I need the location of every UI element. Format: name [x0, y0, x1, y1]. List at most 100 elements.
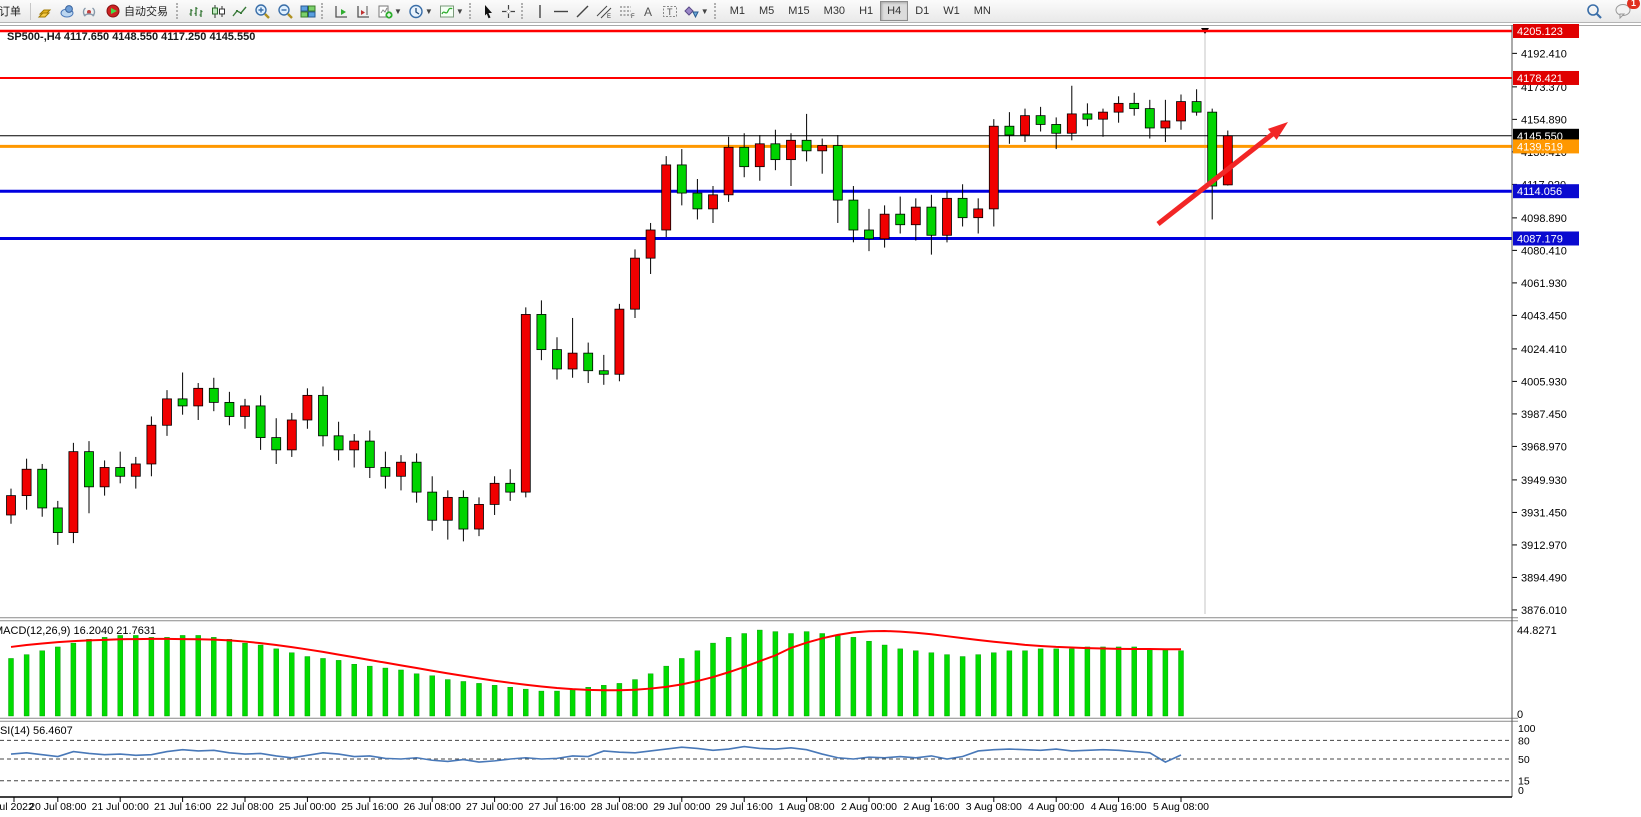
candle: [599, 371, 608, 375]
search-icon[interactable]: [1583, 1, 1606, 21]
time-axis-label: 27 Jul 16:00: [528, 801, 585, 812]
candle: [849, 200, 858, 230]
macd-histogram-bar: [820, 634, 825, 716]
macd-histogram-bar: [445, 680, 450, 716]
candle: [1177, 102, 1186, 121]
candle: [1099, 112, 1108, 119]
equidistant-channel-icon[interactable]: E: [593, 1, 616, 21]
candle: [740, 147, 749, 166]
crosshair-icon[interactable]: [498, 1, 519, 21]
candle: [53, 508, 62, 533]
macd-histogram-bar: [102, 637, 107, 716]
vertical-line-icon[interactable]: [530, 1, 550, 21]
timeframe-H1[interactable]: H1: [852, 1, 880, 21]
price-tick-label: 4154.890: [1521, 114, 1567, 126]
macd-histogram-bar: [555, 691, 560, 716]
candle: [1083, 114, 1092, 119]
candle: [1036, 116, 1045, 125]
time-axis-label: 27 Jul 00:00: [466, 801, 523, 812]
candle: [1005, 126, 1014, 135]
time-axis-label: 20 Jul 08:00: [29, 801, 86, 812]
timeframe-H4[interactable]: H4: [880, 1, 908, 21]
cursor-icon[interactable]: [478, 1, 498, 21]
macd-histogram-bar: [1054, 649, 1059, 716]
macd-histogram-bar: [991, 653, 996, 716]
bar-chart-icon[interactable]: [185, 1, 207, 21]
candle: [787, 140, 796, 159]
gold-icon[interactable]: [34, 1, 56, 21]
horizontal-line-icon[interactable]: [550, 1, 572, 21]
candle: [365, 441, 374, 467]
candle: [381, 467, 390, 476]
shapes-icon[interactable]: ▼: [681, 1, 712, 21]
macd-histogram-bar: [321, 658, 326, 716]
time-axis-label: 5 Aug 08:00: [1153, 801, 1209, 812]
new-order-button[interactable]: 订单: [0, 1, 27, 21]
rsi-axis-label: 80: [1518, 735, 1530, 747]
chevron-down-icon: ▼: [701, 7, 709, 16]
candle: [22, 469, 31, 495]
community-icon[interactable]: [56, 1, 78, 21]
signals-icon[interactable]: [78, 1, 100, 21]
price-tick-label: 4098.890: [1521, 213, 1567, 225]
macd-histogram-bar: [1069, 649, 1074, 716]
macd-histogram-bar: [1085, 647, 1090, 716]
macd-histogram-bar: [352, 664, 357, 716]
candle: [568, 353, 577, 369]
price-tick-label: 4080.410: [1521, 245, 1567, 257]
macd-histogram-bar: [586, 687, 591, 716]
time-axis-label: 2 Aug 16:00: [903, 801, 959, 812]
time-axis-label: 21 Jul 16:00: [154, 801, 211, 812]
timeframe-D1[interactable]: D1: [908, 1, 936, 21]
chart-shift-icon[interactable]: [352, 1, 374, 21]
line-chart-icon[interactable]: [229, 1, 251, 21]
new-chart-icon[interactable]: ▼: [374, 1, 405, 21]
candlestick-chart-icon[interactable]: [207, 1, 229, 21]
svg-text:E: E: [607, 14, 611, 19]
auto-scroll-icon[interactable]: [330, 1, 352, 21]
macd-histogram-bar: [648, 674, 653, 716]
price-tick-label: 3894.490: [1521, 572, 1567, 584]
candle: [194, 388, 203, 406]
price-tag-label: 4114.056: [1517, 186, 1562, 198]
macd-histogram-bar: [336, 660, 341, 716]
timeframe-M1[interactable]: M1: [723, 1, 752, 21]
macd-histogram-bar: [679, 658, 684, 716]
candle: [272, 438, 281, 450]
macd-histogram-bar: [55, 647, 60, 716]
autotrade-button[interactable]: 自动交易: [100, 1, 174, 21]
trendline-icon[interactable]: [572, 1, 593, 21]
timeframe-W1[interactable]: W1: [936, 1, 967, 21]
text-label-icon[interactable]: T: [659, 1, 681, 21]
candle: [1052, 124, 1061, 133]
macd-histogram-bar: [196, 635, 201, 716]
candle: [943, 198, 952, 235]
candle: [833, 146, 842, 201]
candle: [69, 452, 78, 533]
text-icon[interactable]: A: [639, 1, 659, 21]
price-chart-canvas[interactable]: 4192.4104173.3704154.8904136.4104117.920…: [0, 22, 1641, 812]
fibonacci-icon[interactable]: F: [616, 1, 639, 21]
timeframe-M30[interactable]: M30: [817, 1, 852, 21]
autotrade-label: 自动交易: [124, 3, 168, 19]
price-tick-label: 3987.450: [1521, 409, 1567, 421]
price-tick-label: 4192.410: [1521, 48, 1567, 60]
macd-histogram-bar: [882, 645, 887, 716]
tile-windows-icon[interactable]: [297, 1, 319, 21]
macd-histogram-bar: [149, 637, 154, 716]
zoom-in-icon[interactable]: [251, 1, 274, 21]
chat-icon[interactable]: 1: [1612, 1, 1635, 21]
zoom-out-icon[interactable]: [274, 1, 297, 21]
period-icon[interactable]: ▼: [405, 1, 436, 21]
macd-histogram-bar: [664, 666, 669, 716]
chart-window[interactable]: 4192.4104173.3704154.8904136.4104117.920…: [0, 22, 1641, 812]
timeframe-M5[interactable]: M5: [752, 1, 781, 21]
candle: [974, 209, 983, 218]
timeframe-MN[interactable]: MN: [967, 1, 998, 21]
candle: [131, 464, 140, 476]
macd-histogram-bar: [9, 658, 14, 716]
timeframe-M15[interactable]: M15: [781, 1, 816, 21]
candle: [1161, 121, 1170, 128]
indicators-icon[interactable]: ▼: [436, 1, 467, 21]
candle: [615, 309, 624, 374]
